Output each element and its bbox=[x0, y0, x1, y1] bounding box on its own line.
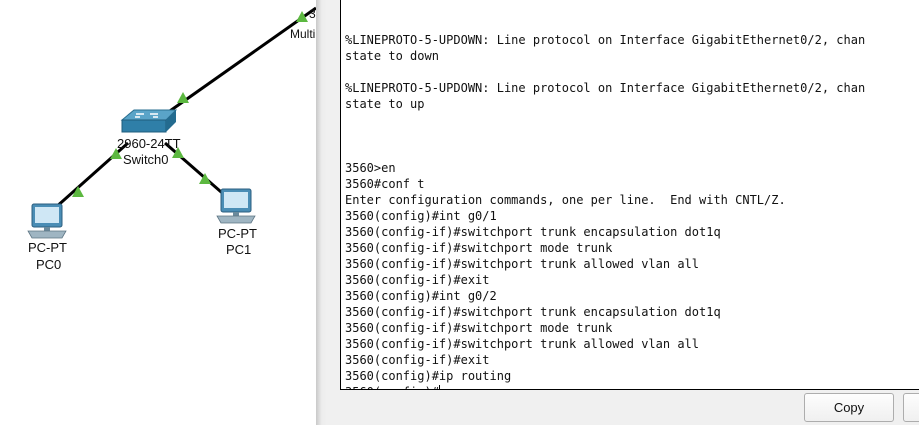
pc1-model-label: PC-PT bbox=[218, 226, 257, 241]
terminal-line: state to down bbox=[345, 49, 439, 63]
terminal-line: 3560(config-if)#switchport trunk encapsu… bbox=[345, 225, 721, 239]
switch-model-label: 2960-24TT bbox=[117, 136, 181, 151]
paste-button[interactable] bbox=[903, 393, 919, 422]
pc-icon[interactable] bbox=[216, 188, 256, 224]
terminal-line: 3560(config-if)#switchport trunk encapsu… bbox=[345, 305, 721, 319]
terminal-output: %LINEPROTO-5-UPDOWN: Line protocol on In… bbox=[345, 32, 866, 389]
terminal-line: 3560(config)#int g0/2 bbox=[345, 289, 497, 303]
multilayer-name-label: Multi bbox=[290, 27, 316, 41]
terminal-line: 3560(config-if)#switchport trunk allowed… bbox=[345, 257, 700, 271]
topology-canvas[interactable]: 2960-24TT Switch0 PC-PT PC0 PC-PT PC1 3 … bbox=[0, 0, 318, 425]
terminal-line: 3560(config)#int g0/1 bbox=[345, 209, 497, 223]
switch-name-label: Switch0 bbox=[123, 152, 169, 167]
topology-links bbox=[27, 6, 317, 239]
terminal-line: 3560(config)#ip routing bbox=[345, 369, 512, 383]
terminal-line: Enter configuration commands, one per li… bbox=[345, 193, 786, 207]
terminal-line: 3560(config-if)#switchport mode trunk bbox=[345, 321, 613, 335]
terminal-line: 3560(config)# bbox=[345, 384, 865, 389]
pc1-name-label: PC1 bbox=[226, 242, 252, 257]
terminal-line: %LINEPROTO-5-UPDOWN: Line protocol on In… bbox=[345, 33, 866, 47]
terminal-line: 3560(config-if)#switchport trunk allowed… bbox=[345, 337, 700, 351]
pc-icon[interactable] bbox=[27, 203, 67, 239]
terminal-line: 3560#conf t bbox=[345, 177, 425, 191]
terminal-line: state to up bbox=[345, 97, 425, 111]
terminal-line: 3560>en bbox=[345, 161, 396, 175]
terminal-line: 3560(config-if)#switchport mode trunk bbox=[345, 241, 613, 255]
text-cursor bbox=[438, 385, 440, 389]
pc0-name-label: PC0 bbox=[36, 257, 62, 272]
multilayer-model-label: 3 bbox=[309, 7, 316, 21]
terminal-line: %LINEPROTO-5-UPDOWN: Line protocol on In… bbox=[345, 81, 866, 95]
terminal-line: 3560(config-if)#exit bbox=[345, 273, 490, 287]
terminal-line: 3560(config-if)#exit bbox=[345, 353, 490, 367]
copy-button[interactable]: Copy bbox=[804, 393, 894, 422]
switch-icon[interactable] bbox=[120, 109, 178, 133]
pc0-model-label: PC-PT bbox=[28, 240, 67, 255]
cli-terminal[interactable]: %LINEPROTO-5-UPDOWN: Line protocol on In… bbox=[340, 0, 919, 390]
